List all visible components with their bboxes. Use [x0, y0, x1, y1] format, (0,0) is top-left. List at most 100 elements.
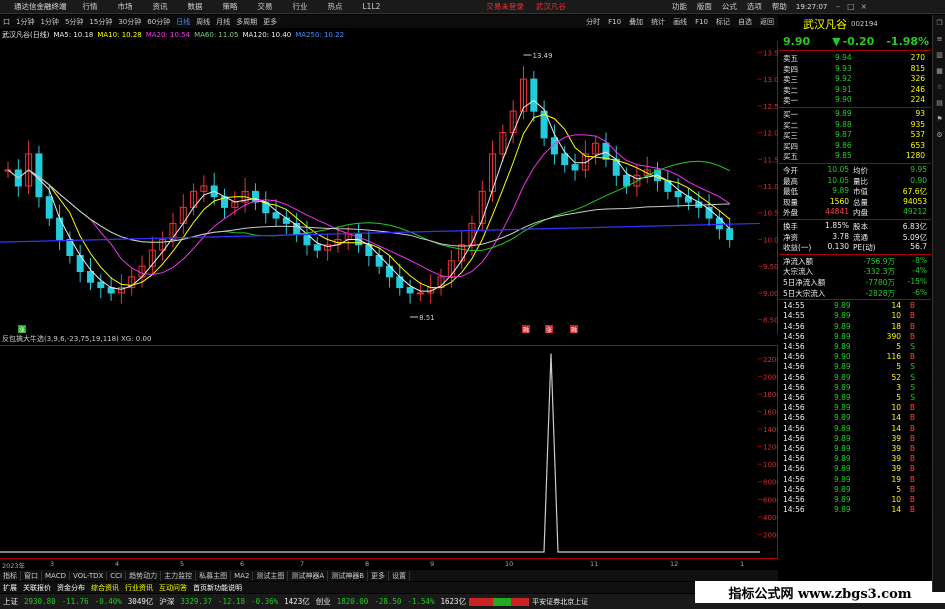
- menu-item[interactable]: 版面: [692, 1, 717, 12]
- period-tab[interactable]: 15分钟: [86, 17, 115, 27]
- market-breadth-bar: [469, 597, 530, 606]
- toolbar-button[interactable]: F10: [604, 18, 625, 26]
- sub-axis-label: 2000: [763, 531, 778, 539]
- indicator-tab[interactable]: 私募主图: [196, 570, 232, 581]
- indicator-tab[interactable]: 设置: [389, 570, 411, 581]
- period-tab[interactable]: 月线: [213, 17, 233, 27]
- stat-row: 收益(一) 0.130 PE(动) 56.7: [779, 242, 931, 252]
- tick-volume: 39: [891, 454, 901, 464]
- maximize-icon[interactable]: □: [846, 2, 855, 11]
- extension-tab[interactable]: 行业资讯: [122, 583, 156, 593]
- tick-volume: 18: [891, 321, 901, 331]
- menu-item[interactable]: 公式: [717, 1, 742, 12]
- tick-side: S: [910, 393, 915, 402]
- period-tab[interactable]: 周线: [193, 17, 213, 27]
- period-tab[interactable]: 60分钟: [144, 17, 173, 27]
- toolbar-button[interactable]: 返回: [756, 17, 778, 27]
- stock-name-link[interactable]: 武汉凡谷: [530, 1, 572, 12]
- toolbar-button[interactable]: F10: [691, 18, 712, 26]
- period-tab[interactable]: 1分钟: [37, 17, 61, 27]
- flow-row: 5日净流入额 -7780万 -15%: [779, 277, 931, 287]
- indicator-tab[interactable]: 趋势动力: [126, 570, 162, 581]
- extension-tab[interactable]: 首页新功能说明: [190, 583, 245, 593]
- extension-tab[interactable]: 综合资讯: [88, 583, 122, 593]
- news-icon[interactable]: ▤: [934, 99, 945, 111]
- toolbar-button[interactable]: 统计: [647, 17, 669, 27]
- sh-index-value: 2930.80: [24, 597, 56, 606]
- indicator-tab[interactable]: 更多: [368, 570, 390, 581]
- window-icon[interactable]: 口: [0, 17, 13, 27]
- indicator-tab[interactable]: 主力监控: [161, 570, 197, 581]
- menu-item[interactable]: 行业: [283, 1, 318, 12]
- indicator-tab[interactable]: MACD: [42, 571, 70, 580]
- close-icon[interactable]: ×: [859, 2, 868, 11]
- menu-item[interactable]: L1L2: [353, 2, 391, 11]
- stat-row: 净资 3.78 流通 5.09亿: [779, 232, 931, 242]
- star-icon[interactable]: ☆: [934, 83, 945, 95]
- toolbar-button[interactable]: 自选: [734, 17, 756, 27]
- indicator-tab[interactable]: 指标: [0, 570, 21, 581]
- period-tab-active[interactable]: 日线: [173, 17, 193, 27]
- extension-tab[interactable]: 扩展: [0, 583, 20, 593]
- sz-index-pct: -0.36%: [251, 597, 279, 606]
- indicator-tab[interactable]: VOL-TDX: [70, 571, 108, 580]
- indicator-tab[interactable]: MA2: [231, 571, 254, 580]
- date-axis-label: 9: [430, 560, 435, 568]
- menu-item[interactable]: 热点: [318, 1, 353, 12]
- menu-item[interactable]: 交易: [248, 1, 283, 12]
- period-tab[interactable]: 1分钟: [13, 17, 37, 27]
- tick-time: 14:55: [783, 301, 805, 311]
- extension-tab[interactable]: 互动问答: [156, 583, 190, 593]
- tick-row: 14:56 9.89 390 B: [779, 332, 931, 342]
- minimize-icon[interactable]: –: [833, 2, 842, 11]
- indicator-tab[interactable]: 测试主图: [253, 570, 289, 581]
- indicator-tab[interactable]: 窗口: [21, 570, 42, 581]
- trade-login-link[interactable]: 交易未登录: [480, 1, 530, 12]
- list-icon[interactable]: ≡: [934, 35, 945, 47]
- flow-value: -756.9万: [863, 256, 895, 266]
- toolbar-button[interactable]: 画线: [669, 17, 691, 27]
- period-tab[interactable]: 30分钟: [115, 17, 144, 27]
- ask-price: 9.94: [835, 53, 852, 62]
- sz-index-label[interactable]: 沪深: [156, 596, 177, 607]
- flag-icon[interactable]: ⚑: [934, 115, 945, 127]
- extension-tab[interactable]: 关联报价: [20, 583, 54, 593]
- indicator-tab[interactable]: 测试神器A: [288, 570, 329, 581]
- cy-index-label[interactable]: 创业: [313, 596, 334, 607]
- menu-item[interactable]: 策略: [213, 1, 248, 12]
- period-tab[interactable]: 5分钟: [62, 17, 86, 27]
- candle-body: [86, 271, 94, 283]
- tick-row: 14:56 9.89 52 S: [779, 373, 931, 383]
- period-tab[interactable]: 更多: [260, 17, 280, 27]
- menu-item[interactable]: 数据: [178, 1, 213, 12]
- menu-item[interactable]: 行情: [73, 1, 108, 12]
- kline-chart[interactable]: 13.50 13.00 12.50 12.00 11.50 11.00 10.50 10.00…: [0, 41, 783, 334]
- settings-icon[interactable]: ⚙: [934, 131, 945, 143]
- price-change: -0.20: [842, 34, 875, 48]
- chart-icon[interactable]: ▥: [934, 51, 945, 63]
- menu-item[interactable]: 帮助: [767, 1, 792, 12]
- tick-row: 14:55 9.89 10 B: [779, 311, 931, 321]
- indicator-tab[interactable]: CCI: [107, 571, 127, 580]
- tick-side: B: [909, 301, 915, 311]
- toolbar-button[interactable]: 标记: [712, 17, 734, 27]
- menu-item[interactable]: 资讯: [143, 1, 178, 12]
- date-axis-label: 3: [50, 560, 55, 568]
- bid-row: 买一 9.89 93: [779, 109, 931, 119]
- divider: [779, 299, 931, 301]
- menu-item[interactable]: 选项: [742, 1, 767, 12]
- indicator-tab[interactable]: 测试神器B: [328, 570, 369, 581]
- stat-value: 3.78: [832, 231, 849, 241]
- period-tab[interactable]: 多周期: [233, 17, 260, 27]
- toolbar-button[interactable]: 分时: [582, 17, 604, 27]
- candle-body: [623, 174, 631, 187]
- tick-row: 14:56 9.89 10 B: [779, 495, 931, 505]
- extension-tab[interactable]: 资金分布: [54, 583, 88, 593]
- indicator-chart[interactable]: 22000 20000 18000 16000 14000 12000 10000 8000 6…: [0, 345, 785, 558]
- toolbar-button[interactable]: 叠加: [625, 17, 647, 27]
- menu-item[interactable]: 功能: [667, 1, 692, 12]
- menu-item[interactable]: 市场: [108, 1, 143, 12]
- bookmark-icon[interactable]: ❐: [934, 19, 945, 31]
- sh-index-label[interactable]: 上证: [0, 596, 21, 607]
- grid-icon[interactable]: ▦: [934, 67, 945, 79]
